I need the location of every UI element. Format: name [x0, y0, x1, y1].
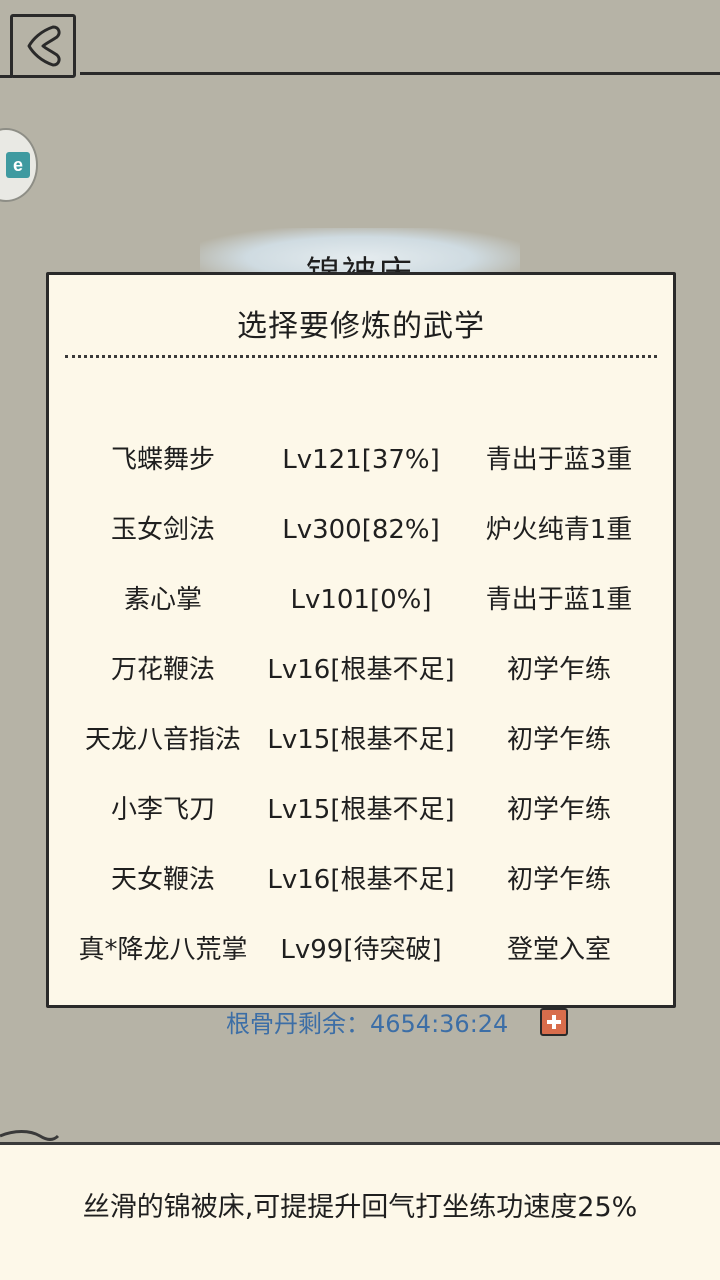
- skill-rank: 初学乍练: [506, 655, 611, 685]
- skill-name: 飞蝶舞步: [110, 445, 215, 475]
- skill-rank: 初学乍练: [506, 865, 611, 895]
- top-border-left: [0, 75, 12, 78]
- back-button[interactable]: [10, 14, 76, 78]
- skill-level: Lv16[根基不足]: [267, 865, 455, 895]
- skill-row[interactable]: 飞蝶舞步 Lv121[37%] 青出于蓝3重: [49, 425, 673, 495]
- skill-name: 天女鞭法: [110, 865, 215, 895]
- dialog-title: 选择要修炼的武学: [237, 309, 485, 344]
- skill-level: Lv99[待突破]: [280, 935, 442, 965]
- skill-level: Lv101[0%]: [290, 585, 432, 615]
- side-app-button[interactable]: e: [0, 128, 38, 202]
- dotted-divider: [65, 355, 657, 358]
- skill-select-dialog: 选择要修炼的武学 飞蝶舞步 Lv121[37%] 青出于蓝3重 玉女剑法 Lv3…: [46, 272, 676, 1008]
- top-border: [80, 72, 720, 75]
- skill-level: Lv121[37%]: [282, 445, 440, 475]
- skill-row[interactable]: 真*降龙八荒掌 Lv99[待突破] 登堂入室: [49, 915, 673, 985]
- skill-row[interactable]: 万花鞭法 Lv16[根基不足] 初学乍练: [49, 635, 673, 705]
- skill-row[interactable]: 小李飞刀 Lv15[根基不足] 初学乍练: [49, 775, 673, 845]
- skill-rank: 初学乍练: [506, 795, 611, 825]
- skill-name: 天龙八音指法: [84, 725, 241, 755]
- app-badge-icon: e: [6, 152, 30, 178]
- skill-rank: 登堂入室: [506, 935, 611, 965]
- skill-name: 小李飞刀: [110, 795, 215, 825]
- skill-row[interactable]: 玉女剑法 Lv300[82%] 炉火纯青1重: [49, 495, 673, 565]
- back-arrow-icon: [27, 25, 61, 67]
- skill-level: Lv15[根基不足]: [267, 795, 455, 825]
- skill-rank: 青出于蓝3重: [485, 445, 633, 475]
- skill-row[interactable]: 天龙八音指法 Lv15[根基不足] 初学乍练: [49, 705, 673, 775]
- top-bar: [0, 0, 720, 80]
- skill-level: Lv300[82%]: [282, 515, 440, 545]
- skill-level: Lv15[根基不足]: [267, 725, 455, 755]
- skill-rank: 炉火纯青1重: [485, 515, 633, 545]
- item-description: 丝滑的锦被床,可提提升回气打坐练功速度25%: [82, 1192, 638, 1223]
- skill-row[interactable]: 天女鞭法 Lv16[根基不足] 初学乍练: [49, 845, 673, 915]
- skill-row[interactable]: 素心掌 Lv101[0%] 青出于蓝1重: [49, 565, 673, 635]
- skill-rank: 青出于蓝1重: [485, 585, 633, 615]
- skill-name: 万花鞭法: [110, 655, 215, 685]
- skill-name: 素心掌: [123, 585, 202, 615]
- skill-level: Lv16[根基不足]: [267, 655, 455, 685]
- skill-list: 飞蝶舞步 Lv121[37%] 青出于蓝3重 玉女剑法 Lv300[82%] 炉…: [49, 425, 673, 985]
- skill-name: 玉女剑法: [110, 515, 215, 545]
- plus-icon[interactable]: [540, 1008, 568, 1036]
- skill-rank: 初学乍练: [506, 725, 611, 755]
- skill-name: 真*降龙八荒掌: [78, 935, 248, 965]
- pill-remaining-text: 根骨丹剩余：4654:36:24: [226, 1010, 509, 1038]
